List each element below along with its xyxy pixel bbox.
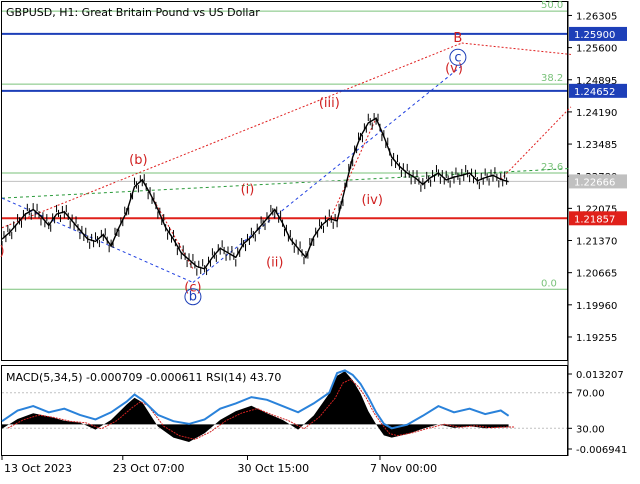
- trend-lines: [1, 42, 572, 283]
- indicator-tick-label: 0.013207: [576, 370, 624, 381]
- wave-label: (b): [129, 153, 147, 168]
- indicator-tick-label: 30.00: [576, 424, 605, 435]
- indicator-axis-ticks: 0.013207 70.00 30.00 -0.006941: [568, 370, 627, 456]
- price-tick-label: 1.19960: [576, 301, 617, 312]
- price-tick-label: 1.20665: [576, 269, 617, 280]
- chart-root: 50.0 38.2 23.6 0.0 (b) (c) b (i) (ii) (iii) (iv)(…: [0, 0, 640, 480]
- indicator-tick-label: -0.006941: [576, 445, 627, 456]
- chart-title: GBPUSD, H1: Great Britain Pound vs US Do…: [6, 6, 260, 19]
- fib-label: 0.0: [541, 278, 557, 289]
- fib-label: 50.0: [541, 0, 563, 11]
- indicator-tick-label: 70.00: [576, 389, 605, 400]
- wave-label: (iv): [361, 193, 382, 208]
- price-tick-label: 1.19255: [576, 333, 617, 344]
- fib-label: 38.2: [541, 73, 563, 84]
- price-tick-label: 1.23485: [576, 140, 617, 151]
- price-tick-label: 1.26305: [576, 11, 617, 22]
- level-label-text: 1.25900: [574, 30, 615, 41]
- macd-signal-line: [7, 378, 515, 440]
- wave-label: B: [453, 31, 462, 46]
- level-label-text: 1.21857: [574, 214, 615, 225]
- wave-label: (iii): [319, 96, 340, 111]
- red-trend-line: [1, 42, 462, 229]
- horizontal-levels: [2, 32, 567, 220]
- price-line: [1, 117, 509, 270]
- indicator-title: MACD(5,34,5) -0.000709 -0.000611 RSI(14)…: [6, 371, 281, 384]
- chart-svg: 50.038.223.60.0 (b)(c)b(i)(ii)(iii)(iv)(…: [0, 0, 627, 475]
- wave-label: ): [0, 244, 5, 259]
- wave-label: (ii): [266, 256, 283, 271]
- time-tick-label: 7 Nov 00:00: [370, 462, 437, 475]
- price-tick-label: 1.24190: [576, 108, 617, 119]
- price-tick-label: 1.21370: [576, 237, 617, 248]
- time-tick-label: 23 Oct 07:00: [113, 462, 185, 475]
- level-label-text: 1.24652: [574, 87, 615, 98]
- time-axis: 13 Oct 2023 23 Oct 07:00 30 Oct 15:00 7 Nov…: [1, 456, 437, 475]
- time-tick-label: 13 Oct 2023: [4, 462, 72, 475]
- wave-label: b: [189, 290, 197, 305]
- level-price-labels: 1.25900 1.24652 1.22666 1.21857: [569, 26, 627, 226]
- time-tick-label: 30 Oct 15:00: [237, 462, 309, 475]
- price-series: [1, 113, 509, 276]
- fib-label: 23.6: [541, 162, 563, 173]
- fib-levels: 50.0 38.2 23.6 0.0: [2, 0, 567, 290]
- wave-label: (i): [241, 183, 255, 198]
- price-tick-label: 1.25600: [576, 44, 617, 55]
- level-label-text: 1.22666: [574, 177, 615, 188]
- red-trend-line: [461, 42, 571, 55]
- wave-label: c: [454, 50, 461, 65]
